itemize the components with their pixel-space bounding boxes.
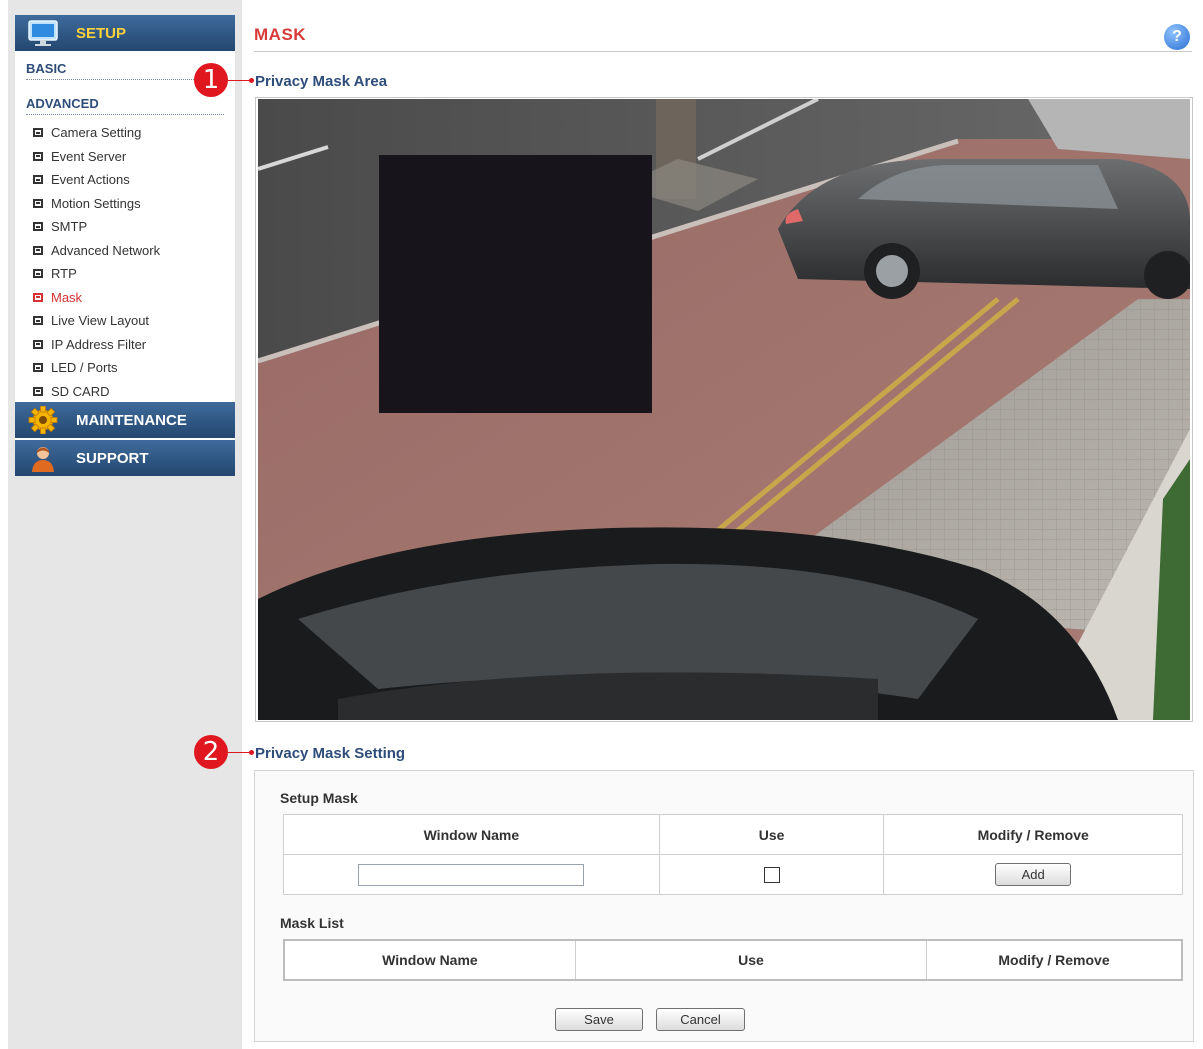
add-button[interactable]: Add <box>995 863 1072 886</box>
bullet-icon <box>33 198 43 208</box>
bullet-icon <box>33 269 43 279</box>
bullet-icon <box>33 386 43 396</box>
maintenance-label: MAINTENANCE <box>76 411 187 429</box>
bullet-icon <box>33 151 43 161</box>
callout-2-dot <box>249 750 254 755</box>
sidebar-item-led-ports[interactable]: LED / Ports <box>33 356 160 380</box>
setup-mask-label: Setup Mask <box>280 790 358 806</box>
privacy-mask-area-title: Privacy Mask Area <box>255 73 388 90</box>
use-cell <box>658 854 885 895</box>
mask-list-header-row: Window Name Use Modify / Remove <box>283 939 1183 981</box>
setup-mask-input-row: Add <box>283 854 1183 895</box>
setup-section-bar[interactable]: SETUP <box>15 15 235 51</box>
use-checkbox[interactable] <box>763 867 780 884</box>
window-name-cell <box>283 854 660 895</box>
support-person-icon <box>32 447 54 472</box>
setup-mask-table: Window Name Use Modify / Remove Add <box>283 814 1183 895</box>
column-header-modify-remove: Modify / Remove <box>883 814 1183 855</box>
bullet-icon <box>33 175 43 185</box>
maintenance-section-bar[interactable]: MAINTENANCE <box>15 402 235 438</box>
support-section-bar[interactable]: SUPPORT <box>15 440 235 476</box>
column-header-window-name: Window Name <box>283 814 660 855</box>
cancel-button[interactable]: Cancel <box>656 1008 745 1031</box>
group-advanced[interactable]: ADVANCED <box>26 96 224 115</box>
bullet-icon <box>33 245 43 255</box>
sidebar-item-event-actions[interactable]: Event Actions <box>33 168 160 192</box>
privacy-mask-setting-panel <box>254 770 1194 1042</box>
bullet-icon <box>33 339 43 349</box>
window-name-input[interactable] <box>358 863 585 886</box>
setup-label: SETUP <box>76 24 127 42</box>
sidebar-item-mask[interactable]: Mask <box>33 286 160 310</box>
sidebar-item-ip-address-filter[interactable]: IP Address Filter <box>33 333 160 357</box>
setup-mask-header-row: Window Name Use Modify / Remove <box>283 814 1183 855</box>
gear-icon <box>28 406 58 434</box>
sidebar-item-event-server[interactable]: Event Server <box>33 145 160 169</box>
bullet-icon <box>33 222 43 232</box>
bullet-icon <box>33 363 43 373</box>
list-column-header-window-name: Window Name <box>283 939 576 981</box>
camera-preview[interactable] <box>258 99 1190 720</box>
page-title: MASK <box>254 25 307 44</box>
list-column-header-use: Use <box>574 939 928 981</box>
modify-remove-cell: Add <box>883 854 1183 895</box>
callout-1-dot <box>249 78 254 83</box>
sidebar-item-rtp[interactable]: RTP <box>33 262 160 286</box>
bullet-icon <box>33 128 43 138</box>
privacy-mask-setting-title: Privacy Mask Setting <box>255 745 406 762</box>
sidebar-item-sd-card[interactable]: SD CARD <box>33 380 160 404</box>
sidebar-item-smtp[interactable]: SMTP <box>33 215 160 239</box>
callout-2: 2 <box>194 735 228 769</box>
mask-list-label: Mask List <box>280 915 344 931</box>
callout-1: 1 <box>194 63 228 97</box>
save-button[interactable]: Save <box>555 1008 643 1031</box>
column-header-use: Use <box>658 814 885 855</box>
bullet-icon <box>33 292 43 302</box>
help-icon[interactable]: ? <box>1164 24 1190 50</box>
sidebar-item-live-view-layout[interactable]: Live View Layout <box>33 309 160 333</box>
sidebar-item-camera-setting[interactable]: Camera Setting <box>33 121 160 145</box>
sidebar-item-advanced-network[interactable]: Advanced Network <box>33 239 160 263</box>
monitor-icon <box>28 20 58 46</box>
title-divider <box>254 51 1192 52</box>
sidebar-item-motion-settings[interactable]: Motion Settings <box>33 192 160 216</box>
bullet-icon <box>33 316 43 326</box>
camera-scene-image <box>258 99 1190 720</box>
list-column-header-modify-remove: Modify / Remove <box>926 939 1183 981</box>
mask-list-table: Window Name Use Modify / Remove <box>283 939 1183 981</box>
advanced-menu-list: Camera Setting Event Server Event Action… <box>33 121 160 403</box>
support-label: SUPPORT <box>76 449 149 467</box>
